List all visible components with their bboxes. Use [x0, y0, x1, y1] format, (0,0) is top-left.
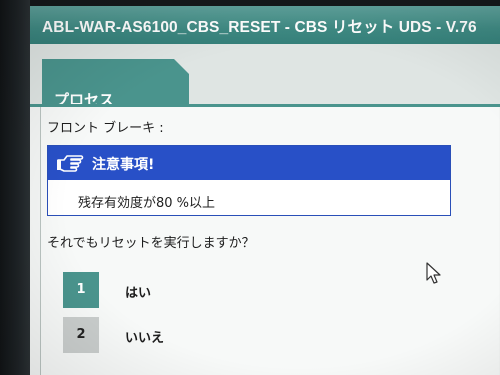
monitor-bezel-left — [0, 0, 30, 375]
window-title: ABL-WAR-AS6100_CBS_RESET - CBS リセット UDS … — [42, 19, 477, 36]
notice-title: 注意事項! — [92, 157, 155, 173]
tab-process[interactable]: プロセス — [42, 59, 189, 106]
option-no-number-button[interactable]: 2 — [63, 317, 99, 353]
tab-strip: プロセス — [30, 44, 500, 106]
mouse-cursor-icon — [426, 262, 441, 284]
option-no-label[interactable]: いいえ — [125, 327, 164, 346]
main-panel: フロント ブレーキ : 注意事項! 残存有効度が80 %以上 それでもリセットを… — [40, 107, 499, 375]
title-bar: ABL-WAR-AS6100_CBS_RESET - CBS リセット UDS … — [30, 6, 500, 44]
notice-header: 注意事項! — [48, 146, 450, 180]
notice-message: 残存有効度が80 %以上 — [78, 196, 216, 211]
option-yes-number-button[interactable]: 1 — [63, 272, 99, 308]
notice-box: 注意事項! 残存有効度が80 %以上 — [47, 145, 451, 216]
option-no[interactable]: 2 いいえ — [63, 317, 363, 353]
option-yes[interactable]: 1 はい — [63, 272, 363, 308]
section-label: フロント ブレーキ : — [47, 121, 164, 136]
confirm-question: それでもリセットを実行しますか？ — [47, 236, 255, 251]
hand-pointing-icon — [57, 155, 84, 172]
option-yes-label[interactable]: はい — [125, 282, 151, 301]
screen: ABL-WAR-AS6100_CBS_RESET - CBS リセット UDS … — [30, 6, 500, 375]
